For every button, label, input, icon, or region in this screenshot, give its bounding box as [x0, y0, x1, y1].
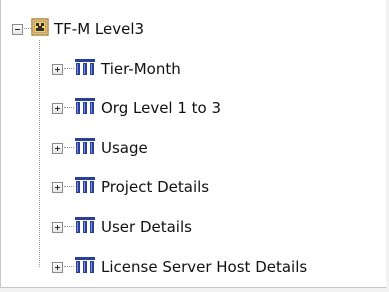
expand-toggle[interactable]	[52, 221, 63, 233]
dimension-icon	[74, 57, 96, 82]
expand-toggle[interactable]	[52, 63, 63, 75]
tree-node-license-server-host-details[interactable]: License Server Host Details	[52, 254, 307, 280]
tree-node-root[interactable]: TF-M Level3	[12, 16, 144, 42]
expand-toggle[interactable]	[52, 261, 63, 273]
tree-node-org-level[interactable]: Org Level 1 to 3	[52, 95, 221, 121]
panel-bottom-edge	[0, 288, 389, 292]
dimension-icon	[74, 96, 96, 121]
expand-toggle[interactable]	[52, 142, 63, 154]
report-folder-icon	[31, 17, 49, 41]
expand-toggle[interactable]	[52, 181, 63, 193]
tree-node-usage[interactable]: Usage	[52, 135, 148, 161]
tree-node-label: Usage	[101, 139, 148, 157]
dimension-icon	[74, 215, 96, 240]
collapse-toggle[interactable]	[12, 23, 23, 35]
tree-node-label: Tier-Month	[101, 60, 181, 78]
tree-node-user-details[interactable]: User Details	[52, 214, 192, 240]
tree-connector-line	[39, 40, 40, 267]
tree-node-project-details[interactable]: Project Details	[52, 174, 209, 200]
dimension-icon	[74, 175, 96, 200]
tree-node-label: User Details	[101, 218, 192, 236]
tree-node-label: TF-M Level3	[54, 20, 145, 38]
tree-node-label: Org Level 1 to 3	[101, 99, 222, 117]
tree-node-label: License Server Host Details	[101, 258, 308, 276]
expand-toggle[interactable]	[52, 102, 63, 114]
dimension-icon	[74, 136, 96, 161]
tree-node-label: Project Details	[101, 178, 210, 196]
tree-view: TF-M Level3 Tier-Month Org Level 1 to 3 …	[0, 0, 386, 288]
dimension-icon	[74, 255, 96, 280]
tree-node-tier-month[interactable]: Tier-Month	[52, 56, 181, 82]
